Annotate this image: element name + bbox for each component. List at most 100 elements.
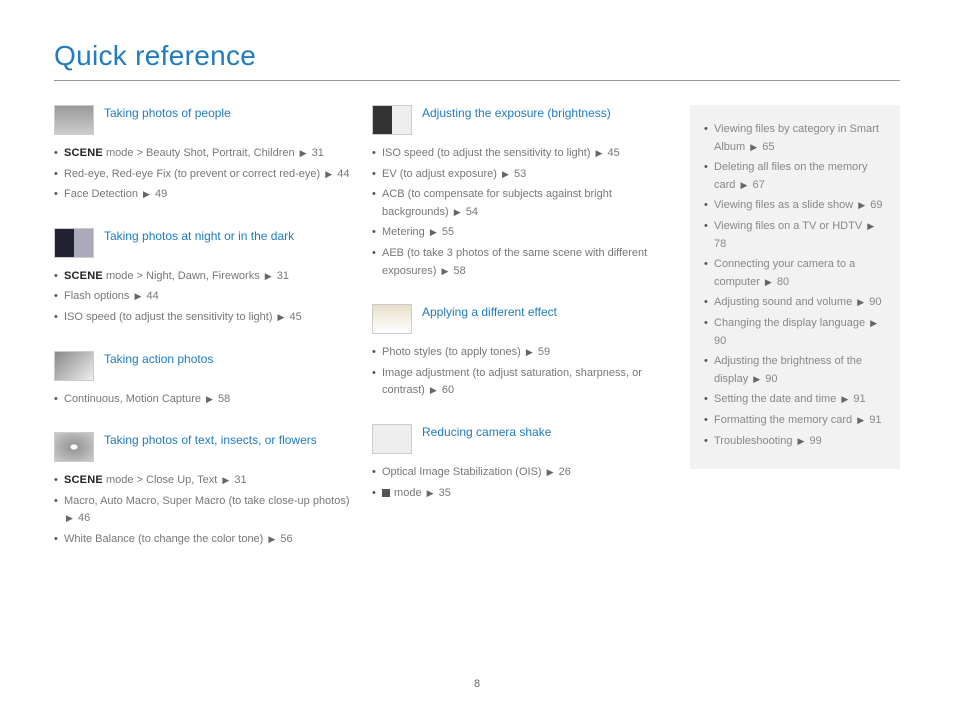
section: Taking photos of text, insects, or flowe… (54, 432, 354, 548)
section-title[interactable]: Adjusting the exposure (brightness) (422, 105, 611, 122)
section-list: SCENE mode > Close Up, Text ▶ 31 Macro, A… (54, 472, 354, 548)
page-ref-icon: ▶ (430, 383, 437, 397)
list-item: Continuous, Motion Capture ▶ 58 (54, 391, 354, 409)
page-ref-icon: ▶ (143, 187, 150, 201)
page-ref-icon: ▶ (268, 532, 275, 546)
section-title[interactable]: Taking photos of text, insects, or flowe… (104, 432, 317, 449)
section-thumbnail-icon (54, 351, 94, 381)
scene-mode-icon: SCENE (64, 270, 103, 282)
section-list: ISO speed (to adjust the sensitivity to … (372, 145, 672, 280)
column-2: Adjusting the exposure (brightness) ISO s… (372, 105, 672, 573)
list-item: Macro, Auto Macro, Super Macro (to take … (54, 493, 354, 528)
section-list: Optical Image Stabilization (OIS) ▶ 26 m… (372, 464, 672, 502)
sidebar-item: Adjusting the brightness of the display … (704, 353, 886, 388)
page-ref-icon: ▶ (222, 473, 229, 487)
section-list: Continuous, Motion Capture ▶ 58 (54, 391, 354, 409)
list-item: Face Detection ▶ 49 (54, 186, 354, 204)
page-ref-icon: ▶ (753, 372, 760, 386)
page-ref-icon: ▶ (867, 219, 874, 233)
page-ref-icon: ▶ (441, 264, 448, 278)
page-ref-icon: ▶ (750, 140, 757, 154)
list-item: mode ▶ 35 (372, 485, 672, 503)
list-item: SCENE mode > Night, Dawn, Fireworks ▶ 31 (54, 268, 354, 286)
page-ref-icon: ▶ (265, 269, 272, 283)
list-item: AEB (to take 3 photos of the same scene … (372, 245, 672, 280)
section-header: Applying a different effect (372, 304, 672, 334)
column-1: Taking photos of people SCENE mode > Beau… (54, 105, 354, 573)
page-ref-icon: ▶ (206, 392, 213, 406)
sidebar-item: Adjusting sound and volume ▶ 90 (704, 294, 886, 312)
page-ref-icon: ▶ (765, 275, 772, 289)
sidebar-item: Viewing files by category in Smart Album… (704, 121, 886, 156)
sidebar-item: Viewing files on a TV or HDTV ▶ 78 (704, 218, 886, 253)
section-header: Taking photos of text, insects, or flowe… (54, 432, 354, 462)
section-thumbnail-icon (372, 105, 412, 135)
page-ref-icon: ▶ (427, 486, 434, 500)
section-thumbnail-icon (54, 105, 94, 135)
list-item: SCENE mode > Beauty Shot, Portrait, Chil… (54, 145, 354, 163)
content-columns: Taking photos of people SCENE mode > Beau… (54, 105, 900, 573)
dual-mode-icon (382, 489, 390, 497)
section-header: Adjusting the exposure (brightness) (372, 105, 672, 135)
list-item: ISO speed (to adjust the sensitivity to … (372, 145, 672, 163)
page-ref-icon: ▶ (502, 167, 509, 181)
section-header: Reducing camera shake (372, 424, 672, 454)
section-header: Taking photos of people (54, 105, 354, 135)
page-ref-icon: ▶ (278, 310, 285, 324)
page-number: 8 (0, 678, 954, 690)
scene-mode-icon: SCENE (64, 147, 103, 159)
list-item: Image adjustment (to adjust saturation, … (372, 365, 672, 400)
section-thumbnail-icon (372, 424, 412, 454)
section-title[interactable]: Taking photos at night or in the dark (104, 228, 294, 245)
sidebar-item: Changing the display language ▶ 90 (704, 315, 886, 350)
section: Adjusting the exposure (brightness) ISO s… (372, 105, 672, 280)
section-title[interactable]: Applying a different effect (422, 304, 557, 321)
scene-mode-icon: SCENE (64, 474, 103, 486)
page-ref-icon: ▶ (134, 289, 141, 303)
section: Taking photos at night or in the dark SCE… (54, 228, 354, 327)
page-ref-icon: ▶ (857, 413, 864, 427)
sidebar-item: Connecting your camera to a computer ▶ 8… (704, 256, 886, 291)
sidebar-item: Formatting the memory card ▶ 91 (704, 412, 886, 430)
section: Taking photos of people SCENE mode > Beau… (54, 105, 354, 204)
list-item: SCENE mode > Close Up, Text ▶ 31 (54, 472, 354, 490)
page-title: Quick reference (54, 40, 900, 81)
page-ref-icon: ▶ (841, 392, 848, 406)
section-header: Taking action photos (54, 351, 354, 381)
page-ref-icon: ▶ (596, 146, 603, 160)
page-ref-icon: ▶ (740, 178, 747, 192)
section: Taking action photos Continuous, Motion C… (54, 351, 354, 409)
sidebar-item: Troubleshooting ▶ 99 (704, 433, 886, 451)
page-ref-icon: ▶ (857, 295, 864, 309)
section: Reducing camera shake Optical Image Stabi… (372, 424, 672, 502)
page-ref-icon: ▶ (300, 146, 307, 160)
section-title[interactable]: Taking photos of people (104, 105, 231, 122)
page-ref-icon: ▶ (454, 205, 461, 219)
page-ref-icon: ▶ (66, 511, 73, 525)
page-ref-icon: ▶ (547, 465, 554, 479)
section-list: Photo styles (to apply tones) ▶ 59 Image … (372, 344, 672, 400)
sidebar-box: Viewing files by category in Smart Album… (690, 105, 900, 469)
section-thumbnail-icon (54, 432, 94, 462)
page-ref-icon: ▶ (870, 316, 877, 330)
sidebar-item: Viewing files as a slide show ▶ 69 (704, 197, 886, 215)
sidebar-item: Deleting all files on the memory card ▶ … (704, 159, 886, 194)
list-item: Red-eye, Red-eye Fix (to prevent or corr… (54, 166, 354, 184)
section-list: SCENE mode > Beauty Shot, Portrait, Chil… (54, 145, 354, 204)
section-header: Taking photos at night or in the dark (54, 228, 354, 258)
section-title[interactable]: Taking action photos (104, 351, 213, 368)
list-item: White Balance (to change the color tone)… (54, 531, 354, 549)
page-ref-icon: ▶ (430, 225, 437, 239)
page-ref-icon: ▶ (325, 167, 332, 181)
list-item: Flash options ▶ 44 (54, 288, 354, 306)
section-list: SCENE mode > Night, Dawn, Fireworks ▶ 31… (54, 268, 354, 327)
sidebar-item: Setting the date and time ▶ 91 (704, 391, 886, 409)
list-item: Optical Image Stabilization (OIS) ▶ 26 (372, 464, 672, 482)
list-item: ISO speed (to adjust the sensitivity to … (54, 309, 354, 327)
section-thumbnail-icon (372, 304, 412, 334)
list-item: Metering ▶ 55 (372, 224, 672, 242)
list-item: Photo styles (to apply tones) ▶ 59 (372, 344, 672, 362)
section-title[interactable]: Reducing camera shake (422, 424, 551, 441)
section: Applying a different effect Photo styles … (372, 304, 672, 400)
list-item: EV (to adjust exposure) ▶ 53 (372, 166, 672, 184)
